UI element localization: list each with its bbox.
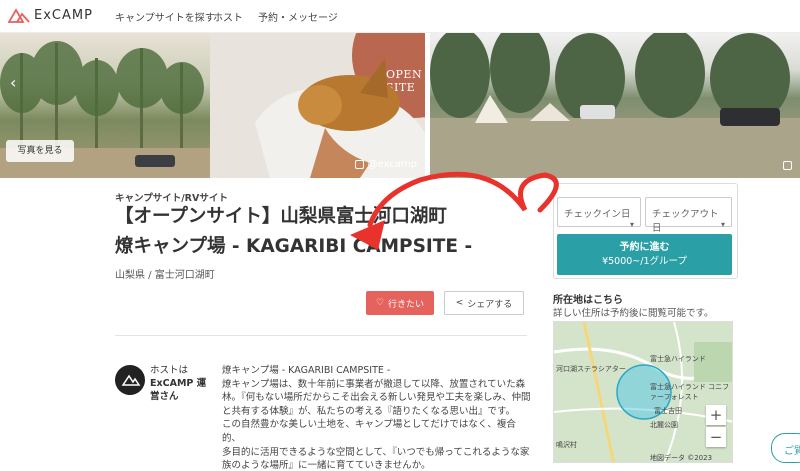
view-photos-button[interactable]: 写真を見る (6, 140, 74, 162)
description-line: と共有する体験』が、私たちの考える『語りたくなる思い出』です。 (222, 405, 516, 417)
checkin-placeholder: チェックイン日 (564, 209, 631, 220)
location-note: 詳しい住所は予約後に閲覧可能です。 (553, 308, 714, 319)
host-name[interactable]: ExCAMP 運営さん (150, 378, 206, 402)
instagram-corner-icon-wrap (783, 161, 792, 170)
nav-reservations-messages[interactable]: 予約・メッセージ (258, 9, 338, 24)
tent-logo-icon (8, 8, 30, 23)
nav-host[interactable]: ホスト (213, 9, 243, 24)
chevron-down-icon: ▾ (720, 220, 725, 229)
map-label: 富士吉田 (654, 407, 682, 415)
want-to-go-label: 行きたい (388, 299, 425, 310)
campsite-photo-left[interactable]: ‹ 写真を見る (0, 33, 210, 178)
top-navigation-bar: ExCAMP キャンプサイトを探す ホスト 予約・メッセージ (0, 0, 800, 33)
nav-find-campsite[interactable]: キャンプサイトを探す (115, 9, 215, 24)
description-line: 多目的に活用できるような空間として、『いつでも帰ってこれるような家 (222, 446, 530, 458)
logo[interactable]: ExCAMP (8, 7, 93, 23)
location-title: 所在地はこちら (553, 295, 623, 306)
reserve-label: 予約に進む (619, 242, 670, 253)
map-label: 富士急ハイランド (650, 355, 706, 363)
map-label: 北麓公園 (650, 421, 678, 429)
description-line: 燎キャンプ場は、数十年前に事業者が撤退して以降、放置されていた森 (222, 378, 526, 390)
chat-button[interactable]: ご質 (771, 433, 800, 463)
instagram-icon (783, 161, 792, 170)
reserve-button[interactable]: 予約に進む ¥5000~/1グループ (557, 234, 732, 275)
map-zoom-out-button[interactable]: − (706, 427, 726, 447)
listing-location[interactable]: 山梨県 / 富士河口湖町 (115, 266, 215, 281)
share-label: シェアする (467, 299, 513, 310)
divider (115, 335, 527, 336)
map-label: 河口湖ステラシアター (556, 365, 626, 373)
map-attribution: 地図データ ©2023 (650, 454, 713, 462)
description-line: 林。『何もない場所だからこそ出会える新しい発見や工夫を楽しみ、仲間 (222, 392, 531, 404)
map-label: 富士急ハイランド コニファーフォレスト (650, 383, 730, 401)
host-prefix: ホストは (150, 365, 189, 376)
annotation-arrow (350, 171, 559, 250)
description-line: 燎キャンプ場 - KAGARIBI CAMPSITE - (222, 365, 391, 376)
mountain-logo-icon (121, 374, 141, 386)
share-icon: < (455, 298, 464, 308)
checkout-date-select[interactable]: チェックアウト日 ▾ (645, 197, 732, 234)
price-label: ¥5000~/1グループ (602, 256, 687, 267)
description-line: 族のような場所』に一緒に育てていきませんか。 (222, 460, 431, 471)
share-button[interactable]: < シェアする (444, 291, 524, 315)
heart-icon: ♡ (375, 298, 385, 308)
description-line: この自然豊かな美しい土地を、キャンプ場としてだけではなく、複合的、 (222, 419, 516, 444)
logo-text: ExCAMP (34, 7, 93, 23)
chevron-down-icon: ▾ (629, 220, 634, 229)
host-avatar[interactable] (115, 365, 145, 395)
map-zoom-in-button[interactable]: + (706, 405, 726, 425)
map-label: 鳴沢村 (556, 441, 577, 449)
host-info: ホストは ExCAMP 運営さん (150, 364, 210, 403)
chevron-left-icon[interactable]: ‹ (10, 73, 16, 92)
want-to-go-button[interactable]: ♡ 行きたい (366, 291, 434, 315)
listing-description: 燎キャンプ場 - KAGARIBI CAMPSITE - 燎キャンプ場は、数十年… (222, 364, 532, 471)
